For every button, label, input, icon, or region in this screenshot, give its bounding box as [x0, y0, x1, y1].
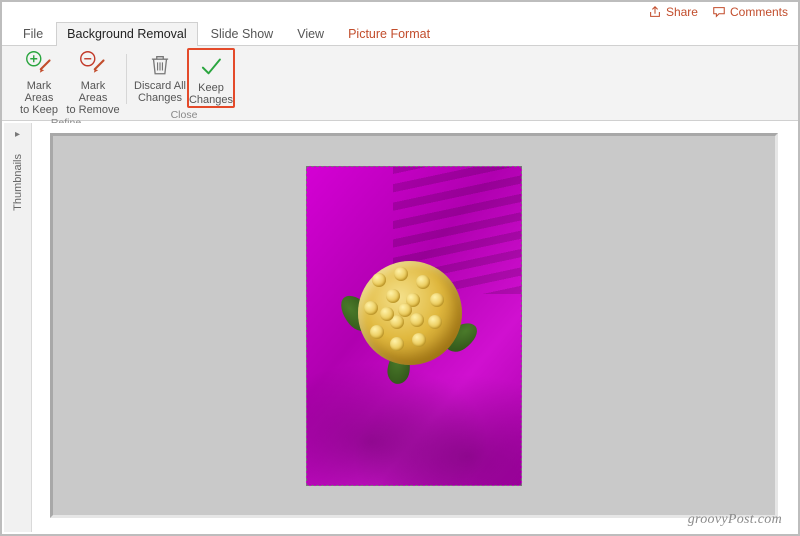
slide-canvas-area: groovyPost.com — [32, 123, 796, 532]
comments-label: Comments — [730, 5, 788, 19]
tab-view[interactable]: View — [286, 22, 335, 46]
mark-keep-line2: to Keep — [20, 104, 58, 116]
selected-picture[interactable] — [306, 166, 522, 486]
discard-all-changes-button[interactable]: Discard All Changes — [133, 48, 187, 108]
foreground-kept-region — [350, 253, 470, 373]
keep-line2: Changes — [189, 94, 233, 106]
checkmark-icon — [197, 52, 225, 80]
title-bar: Share Comments — [2, 2, 798, 22]
discard-line2: Changes — [138, 92, 182, 104]
keep-changes-button[interactable]: Keep Changes — [187, 48, 235, 108]
pencil-minus-icon — [79, 50, 107, 78]
mark-keep-line1: Mark Areas — [12, 80, 66, 104]
mark-areas-keep-button[interactable]: Mark Areas to Keep — [12, 48, 66, 116]
pencil-plus-icon — [25, 50, 53, 78]
discard-line1: Discard All — [134, 80, 186, 92]
trash-icon — [146, 50, 174, 78]
mark-areas-remove-button[interactable]: Mark Areas to Remove — [66, 48, 120, 116]
watermark: groovyPost.com — [688, 512, 782, 528]
tab-slide-show[interactable]: Slide Show — [200, 22, 285, 46]
share-button[interactable]: Share — [648, 5, 698, 19]
ribbon-group-close: Discard All Changes Keep Changes Close — [129, 48, 239, 120]
tab-picture-format[interactable]: Picture Format — [337, 22, 441, 46]
share-label: Share — [666, 5, 698, 19]
thumbnails-panel-collapsed[interactable]: ▸ Thumbnails — [4, 123, 32, 532]
mark-remove-line1: Mark Areas — [66, 80, 120, 104]
workspace: ▸ Thumbnails — [4, 123, 796, 532]
tab-bar: File Background Removal Slide Show View … — [2, 22, 798, 46]
tab-file[interactable]: File — [12, 22, 54, 46]
ribbon-group-refine: Mark Areas to Keep Mark Areas to Remove — [8, 48, 124, 120]
app-window: Share Comments File Background Removal S… — [0, 0, 800, 536]
comments-button[interactable]: Comments — [712, 5, 788, 19]
group-label-close: Close — [133, 108, 235, 123]
tab-background-removal[interactable]: Background Removal — [56, 22, 198, 46]
thumbnails-label: Thumbnails — [12, 154, 24, 211]
share-icon — [648, 5, 662, 19]
ribbon: Mark Areas to Keep Mark Areas to Remove — [2, 46, 798, 121]
ribbon-separator — [126, 54, 127, 104]
chevron-right-icon[interactable]: ▸ — [15, 129, 20, 140]
mark-remove-line2: to Remove — [66, 104, 119, 116]
keep-line1: Keep — [198, 82, 224, 94]
slide[interactable] — [50, 133, 778, 518]
comment-icon — [712, 5, 726, 19]
